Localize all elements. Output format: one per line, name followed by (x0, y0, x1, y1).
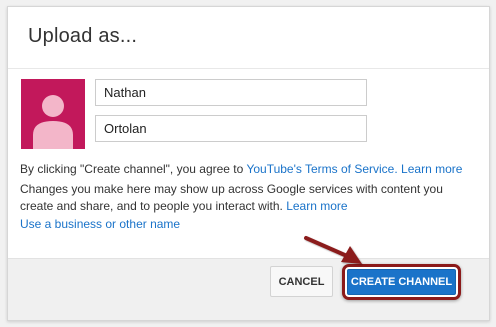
changes-notice-line1: Changes you make here may show up across… (20, 182, 443, 196)
terms-of-service-link[interactable]: YouTube's Terms of Service. (246, 162, 397, 176)
learn-more-link-changes[interactable]: Learn more (286, 199, 347, 213)
dialog-header: Upload as... (8, 7, 489, 69)
create-channel-button[interactable]: CREATE CHANNEL (347, 269, 456, 295)
learn-more-link-terms[interactable]: Learn more (401, 162, 462, 176)
dialog-title: Upload as... (28, 25, 138, 47)
business-name-line: Use a business or other name (20, 215, 180, 233)
changes-notice-line2: create and share, and to people you inte… (20, 197, 348, 215)
create-channel-highlight: CREATE CHANNEL (342, 264, 461, 300)
cancel-button[interactable]: CANCEL (270, 266, 333, 297)
terms-text: By clicking "Create channel", you agree … (20, 160, 462, 178)
avatar (21, 79, 85, 149)
person-silhouette-icon (33, 95, 73, 149)
changes-notice-text: create and share, and to people you inte… (20, 199, 283, 213)
terms-prefix: By clicking "Create channel", you agree … (20, 162, 247, 176)
use-business-name-link[interactable]: Use a business or other name (20, 217, 180, 231)
first-name-field[interactable] (95, 79, 367, 106)
last-name-field[interactable] (95, 115, 367, 142)
